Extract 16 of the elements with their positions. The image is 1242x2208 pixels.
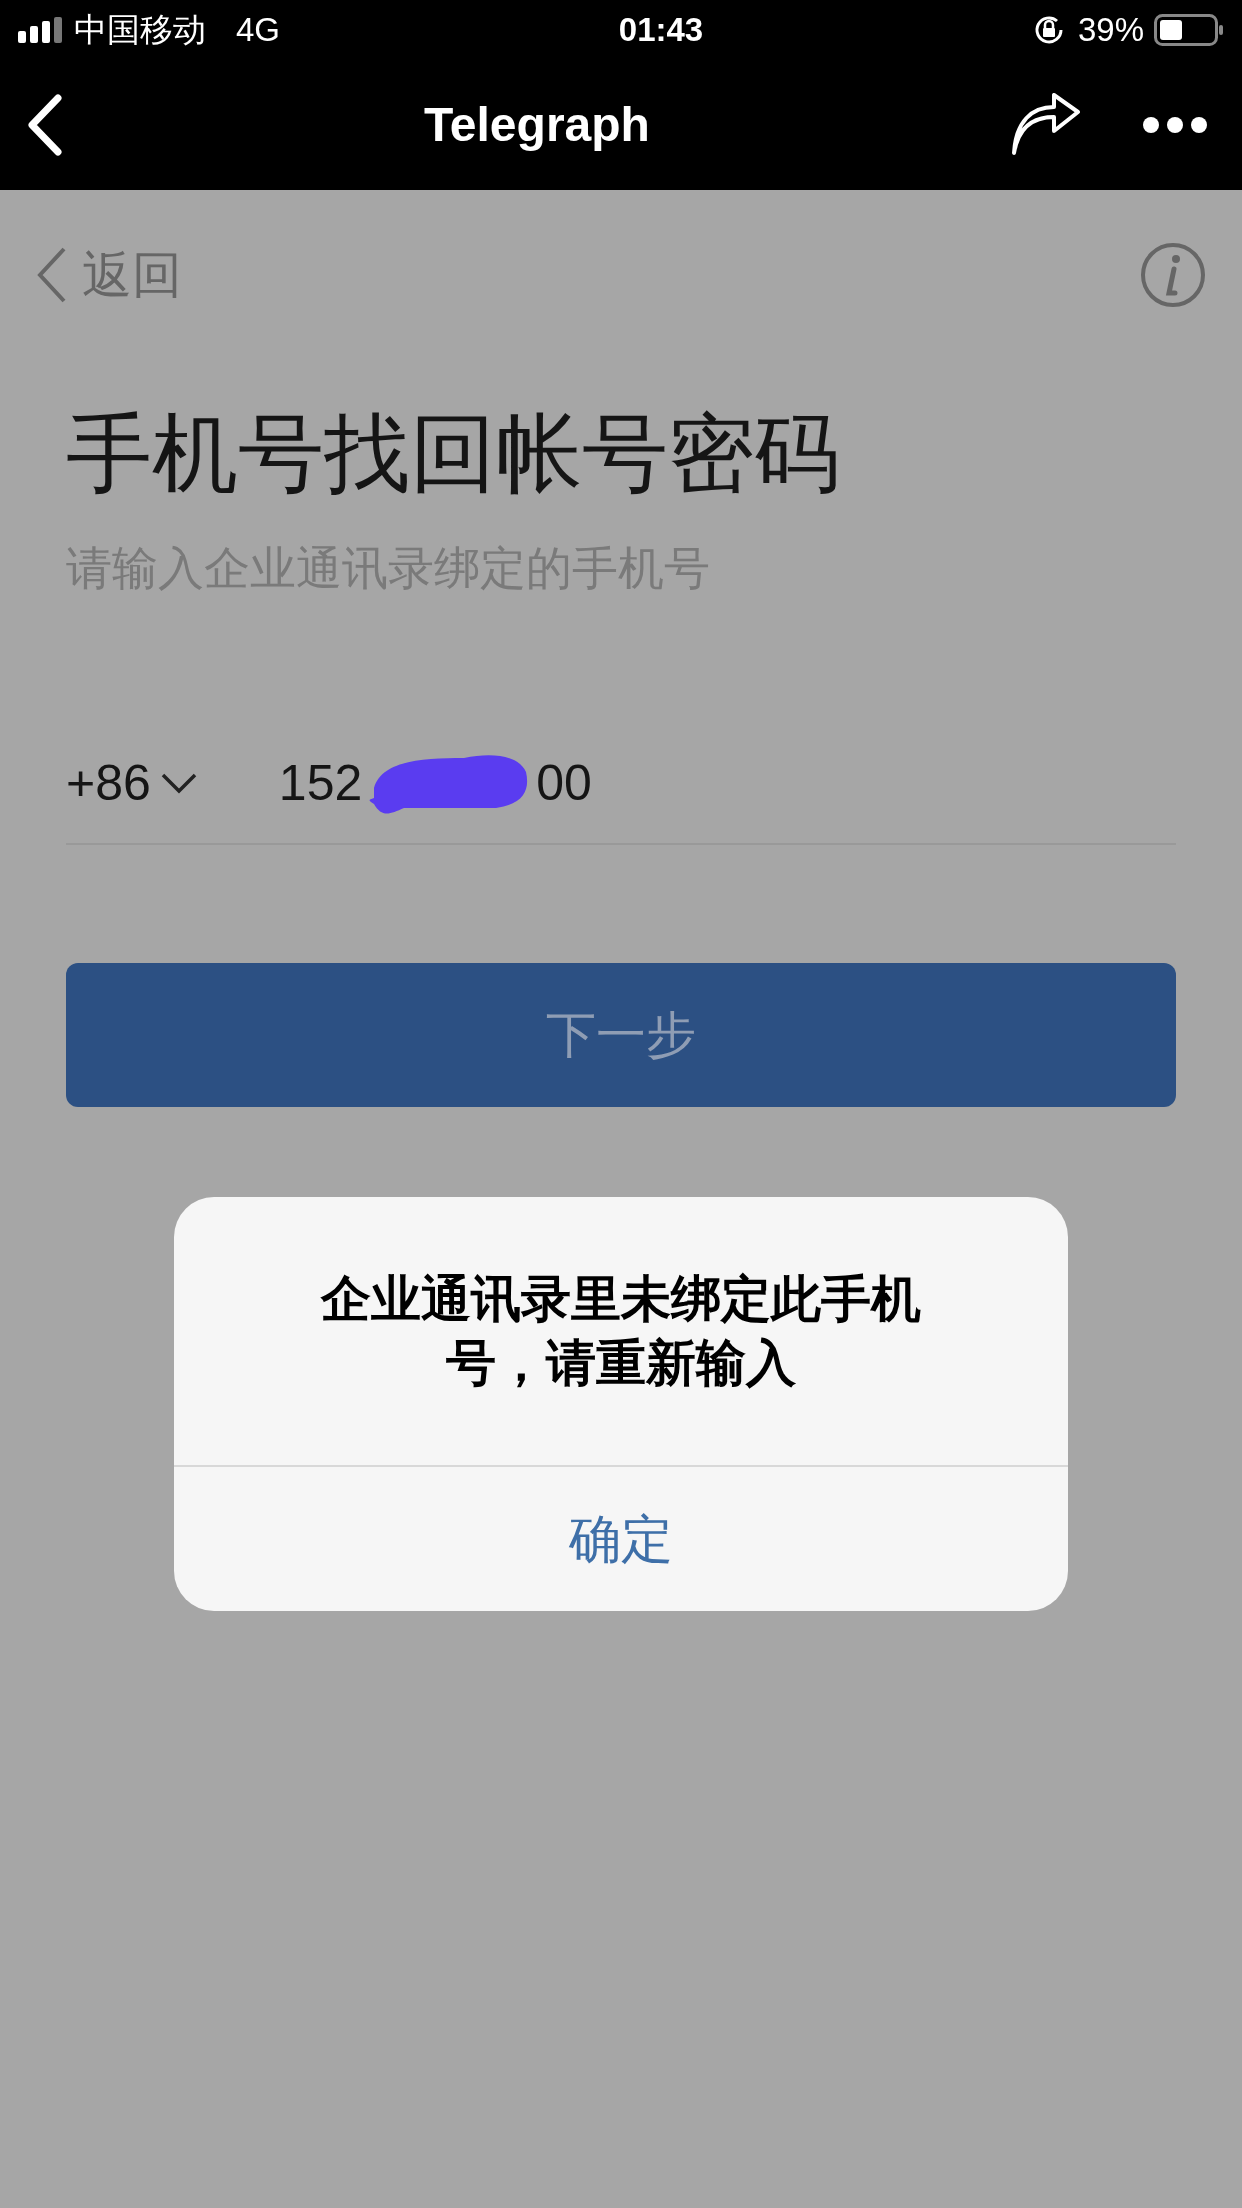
page-title: 手机号找回帐号密码 [66, 410, 841, 496]
network-type: 4G [236, 10, 281, 51]
battery-percent: 39% [1077, 10, 1144, 51]
country-code-selector[interactable]: +86 [66, 745, 197, 821]
more-icon[interactable] [1142, 116, 1208, 134]
dialog-confirm-button[interactable]: 确定 [174, 1467, 1068, 1611]
next-step-button[interactable]: 下一步 [66, 963, 1176, 1107]
chevron-left-icon [36, 246, 68, 304]
phone-number-field[interactable]: 152 00 [278, 745, 592, 821]
battery-icon [1154, 14, 1224, 46]
chevron-down-icon [160, 772, 197, 794]
share-icon[interactable] [1010, 93, 1082, 157]
nav-title: Telegraph [424, 97, 650, 153]
clock-time: 01:43 [618, 10, 704, 51]
carrier-name: 中国移动 [74, 10, 206, 51]
dialog-message: 企业通讯录里未绑定此手机号，请重新输入 [319, 1270, 922, 1393]
